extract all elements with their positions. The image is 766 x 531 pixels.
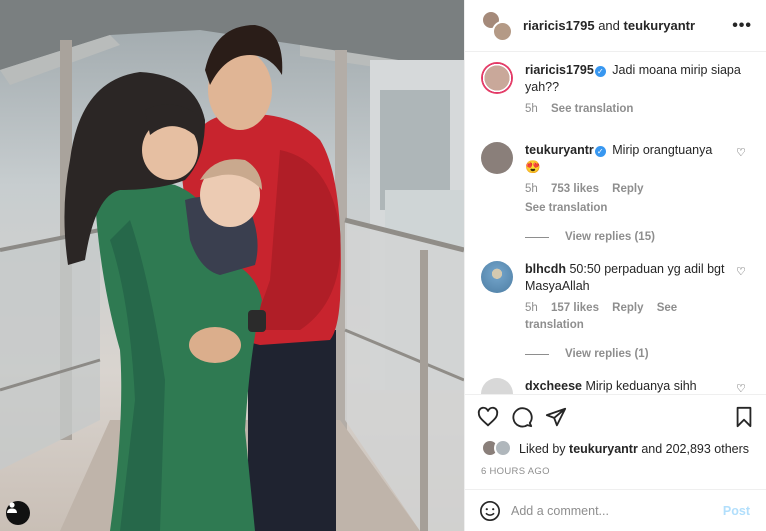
- family-photo-illustration: [0, 0, 464, 531]
- post-sidebar: riaricis1795 and teukuryantr ••• riarici…: [464, 0, 766, 531]
- comment-meta: 5h 753 likes Reply: [525, 181, 728, 198]
- heart-icon[interactable]: [477, 406, 499, 428]
- comment-item: teukuryantr ✓ Mirip orangtuanya 😍 5h 753 …: [481, 142, 750, 217]
- see-translation-link[interactable]: See translation: [525, 202, 607, 214]
- add-comment-bar: Post: [465, 489, 766, 531]
- comment-time: 5h: [525, 302, 538, 314]
- comment-body: teukuryantr ✓ Mirip orangtuanya 😍 5h 753 …: [525, 142, 728, 217]
- avatar[interactable]: [481, 261, 513, 293]
- view-replies-label: View replies (1): [565, 348, 649, 360]
- avatar[interactable]: [481, 62, 513, 94]
- header-user-2[interactable]: teukuryantr: [624, 18, 696, 33]
- see-translation-link[interactable]: See translation: [525, 302, 677, 331]
- comment-item: blhcdh 50:50 perpaduan yg adil bgt Masya…: [481, 261, 750, 334]
- share-send-icon[interactable]: [545, 406, 567, 428]
- comment-likes[interactable]: 157 likes: [551, 302, 599, 314]
- avatar[interactable]: [481, 378, 513, 394]
- comment-username[interactable]: teukuryantr: [525, 143, 594, 157]
- header-joiner: and: [598, 18, 620, 33]
- comment-username[interactable]: riaricis1795: [525, 63, 594, 77]
- collab-avatars[interactable]: [481, 9, 513, 42]
- comment-username[interactable]: dxcheese: [525, 379, 582, 393]
- like-comment-heart-icon[interactable]: ♡: [736, 146, 750, 217]
- instagram-post: riaricis1795 and teukuryantr ••• riarici…: [0, 0, 766, 531]
- comment-username[interactable]: blhcdh: [525, 262, 566, 276]
- likes-summary: Liked by teukuryantr and 202,893 others: [465, 438, 766, 460]
- header-user-1[interactable]: riaricis1795: [523, 18, 595, 33]
- heart-eyes-emoji: 😍: [525, 160, 541, 174]
- caption: riaricis1795 ✓ Jadi moana mirip siapa yah…: [481, 62, 750, 118]
- like-comment-heart-icon[interactable]: ♡: [736, 265, 750, 334]
- bookmark-icon[interactable]: [734, 406, 754, 428]
- likes-user[interactable]: teukuryantr: [569, 442, 638, 456]
- header-title: riaricis1795 and teukuryantr: [523, 18, 732, 33]
- reply-button[interactable]: Reply: [612, 183, 643, 195]
- view-replies-button[interactable]: View replies (1): [525, 348, 750, 360]
- avatar[interactable]: [481, 142, 513, 174]
- comment-meta: 5h See translation: [525, 101, 750, 118]
- like-comment-heart-icon[interactable]: ♡: [736, 382, 750, 394]
- comments-list[interactable]: riaricis1795 ✓ Jadi moana mirip siapa yah…: [465, 52, 766, 394]
- comment-item: dxcheese Mirip keduanya sihh ♡: [481, 378, 750, 394]
- comment-time: 5h: [525, 183, 538, 195]
- reply-button[interactable]: Reply: [612, 302, 643, 314]
- likes-prefix: Liked by: [519, 442, 566, 456]
- avatar: [492, 20, 513, 42]
- comment-meta-2: See translation: [525, 200, 728, 217]
- comment-meta: 5h 157 likes Reply See translation: [525, 300, 728, 334]
- view-replies-button[interactable]: View replies (15): [525, 231, 750, 243]
- comment-text: Mirip keduanya sihh: [585, 379, 697, 393]
- avatar: [494, 439, 512, 457]
- comment-body: dxcheese Mirip keduanya sihh: [525, 378, 728, 394]
- more-horizontal-icon[interactable]: •••: [732, 17, 752, 35]
- likes-rest[interactable]: and 202,893 others: [641, 442, 749, 456]
- liker-avatars: [481, 439, 515, 459]
- post-photo[interactable]: [0, 0, 464, 531]
- verified-badge-icon: ✓: [594, 146, 606, 157]
- comment-bubble-icon[interactable]: [511, 406, 533, 428]
- post-time-ago[interactable]: 6 HOURS AGO: [465, 460, 766, 489]
- action-bar: [465, 394, 766, 438]
- add-comment-input[interactable]: [511, 503, 723, 518]
- user-tag-icon[interactable]: [6, 501, 30, 525]
- verified-badge-icon: ✓: [594, 66, 606, 77]
- caption-body: riaricis1795 ✓ Jadi moana mirip siapa yah…: [525, 62, 750, 118]
- comment-body: blhcdh 50:50 perpaduan yg adil bgt Masya…: [525, 261, 728, 334]
- emoji-smiley-icon[interactable]: [479, 500, 501, 522]
- comment-likes[interactable]: 753 likes: [551, 183, 599, 195]
- view-replies-label: View replies (15): [565, 231, 655, 243]
- post-comment-button[interactable]: Post: [723, 504, 750, 518]
- post-header: riaricis1795 and teukuryantr •••: [465, 0, 766, 52]
- comment-time: 5h: [525, 103, 538, 115]
- see-translation-link[interactable]: See translation: [551, 103, 633, 115]
- comment-text: Mirip orangtuanya: [612, 143, 713, 157]
